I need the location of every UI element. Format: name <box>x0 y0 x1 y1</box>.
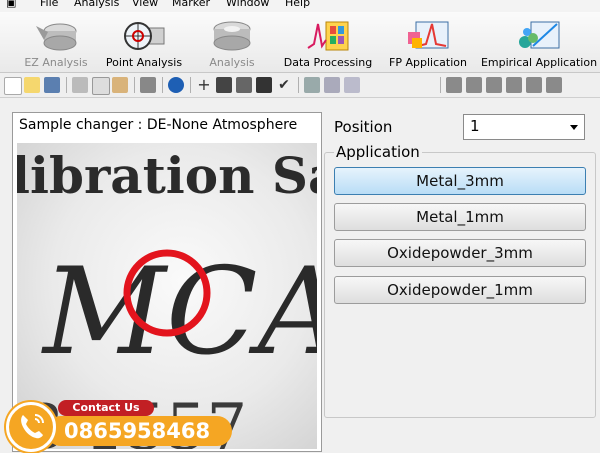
app-button-metal-3mm[interactable]: Metal_3mm <box>334 167 586 195</box>
empirical-application-button[interactable]: Empirical Application <box>480 12 598 72</box>
help-icon[interactable] <box>168 77 184 93</box>
app-button-metal-1mm[interactable]: Metal_1mm <box>334 203 586 231</box>
data-processing-button[interactable]: Data Processing <box>280 12 376 72</box>
analysis-icon <box>213 21 251 51</box>
menu-analysis[interactable]: Analysis <box>74 0 119 9</box>
spectrum-c-icon[interactable] <box>344 77 360 93</box>
point-analysis-label: Point Analysis <box>105 56 183 69</box>
menu-file[interactable]: File <box>40 0 58 9</box>
contact-overlay[interactable]: 0865958468 Contact Us <box>0 398 240 452</box>
app-button-oxidepowder-3mm[interactable]: Oxidepowder_3mm <box>334 239 586 267</box>
spectrum-b-icon[interactable] <box>324 77 340 93</box>
empirical-application-label: Empirical Application <box>480 56 598 69</box>
toolbar-separator <box>66 77 67 93</box>
contact-phone-number[interactable]: 0865958468 <box>46 416 232 446</box>
data-processing-icon <box>307 21 349 51</box>
toolbar: + ✔ <box>0 73 600 98</box>
ez-analysis-label: EZ Analysis <box>24 56 88 69</box>
copy-icon[interactable] <box>92 77 110 95</box>
plus-icon[interactable]: + <box>196 77 212 93</box>
toolbar-separator <box>440 77 441 93</box>
app-button-oxidepowder-1mm[interactable]: Oxidepowder_1mm <box>334 276 586 304</box>
ez-analysis-button[interactable]: EZ Analysis <box>20 12 92 72</box>
fp-application-label: FP Application <box>389 56 467 69</box>
sample-changer-label: Sample changer : DE-None Atmosphere <box>19 117 298 133</box>
position-select[interactable]: 1 <box>463 114 585 140</box>
toolbar-separator <box>298 77 299 93</box>
data-processing-label: Data Processing <box>283 56 373 69</box>
zoom-in-icon[interactable] <box>526 77 542 93</box>
menu-bar: ▣ File Analysis View Marker Window Help <box>0 0 600 12</box>
toolbar-separator <box>134 77 135 93</box>
save-icon[interactable] <box>44 77 60 93</box>
menu-help[interactable]: Help <box>285 0 310 9</box>
position-value: 1 <box>470 117 480 135</box>
nav-first-icon[interactable] <box>446 77 462 93</box>
application-title: Application <box>334 143 422 161</box>
new-file-icon[interactable] <box>4 77 22 95</box>
view-a-icon[interactable] <box>216 77 232 93</box>
toolbar-separator <box>162 77 163 93</box>
toolbar-separator <box>190 77 191 93</box>
chevron-down-icon <box>570 125 578 130</box>
menu-view[interactable]: View <box>132 0 158 9</box>
position-label: Position <box>334 118 393 136</box>
ez-analysis-icon <box>36 23 77 51</box>
view-c-icon[interactable] <box>256 77 272 93</box>
point-analysis-button[interactable]: Point Analysis <box>104 12 184 72</box>
check-icon[interactable]: ✔ <box>276 77 292 93</box>
ribbon: EZ Analysis Point Analysis Analysis Data… <box>0 12 600 73</box>
nav-prev-icon[interactable] <box>466 77 482 93</box>
fp-application-button[interactable]: FP Application <box>384 12 472 72</box>
menu-window[interactable]: Window <box>226 0 269 9</box>
camera-text-top: libration Samp <box>17 146 317 205</box>
fp-application-icon <box>408 21 449 49</box>
open-folder-icon[interactable] <box>24 77 40 93</box>
contact-badge: Contact Us <box>58 400 154 416</box>
empirical-application-icon <box>519 21 560 49</box>
menu-marker[interactable]: Marker <box>172 0 210 9</box>
app-icon: ▣ <box>6 0 17 9</box>
spectrum-a-icon[interactable] <box>304 77 320 93</box>
analysis-label: Analysis <box>209 56 255 69</box>
nav-next-icon[interactable] <box>486 77 502 93</box>
paste-icon[interactable] <box>112 77 128 93</box>
camera-text-mid: MCA <box>41 243 317 382</box>
analysis-button[interactable]: Analysis <box>196 12 268 72</box>
point-analysis-icon <box>124 22 165 50</box>
zoom-out-icon[interactable] <box>546 77 562 93</box>
cut-icon[interactable] <box>72 77 88 93</box>
nav-last-icon[interactable] <box>506 77 522 93</box>
view-b-icon[interactable] <box>236 77 252 93</box>
phone-icon[interactable] <box>6 402 56 452</box>
print-icon[interactable] <box>140 77 156 93</box>
